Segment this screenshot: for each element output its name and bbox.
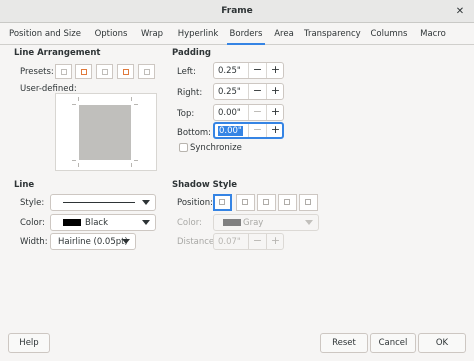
corner-mark — [78, 97, 79, 101]
shadow-color-value: Gray — [243, 218, 264, 228]
corner-mark — [72, 160, 76, 161]
padding-title: Padding — [172, 48, 211, 58]
corner-mark — [131, 97, 132, 101]
line-width-label: Width: — [20, 237, 48, 247]
padding-left-spinner[interactable]: 0.25" − + — [213, 62, 284, 79]
corner-mark — [131, 163, 132, 167]
minus-icon[interactable]: − — [249, 105, 266, 120]
window-title: Frame — [221, 6, 253, 16]
chevron-down-icon — [305, 220, 313, 225]
padding-left-value[interactable]: 0.25" — [218, 66, 241, 76]
shadow-color-label: Color: — [177, 218, 202, 228]
minus-icon[interactable]: − — [249, 63, 266, 78]
minus-icon[interactable]: − — [249, 234, 266, 249]
shadow-distance-spinner[interactable]: 0.07" − + — [213, 233, 284, 250]
tab-options[interactable]: Options — [90, 24, 132, 45]
minus-icon[interactable]: − — [249, 123, 266, 138]
shadow-distance-value[interactable]: 0.07" — [218, 237, 241, 247]
padding-left-label: Left: — [177, 67, 196, 77]
line-style-label: Style: — [20, 198, 45, 208]
tab-position-and-size[interactable]: Position and Size — [6, 24, 84, 45]
tab-borders[interactable]: Borders — [227, 24, 265, 45]
padding-bottom-spinner[interactable]: 0.00" − + — [213, 122, 284, 139]
synchronize-checkbox[interactable] — [179, 143, 188, 152]
presets-label: Presets: — [20, 67, 54, 77]
synchronize-label: Synchronize — [190, 143, 242, 153]
shadow-top-right-button[interactable] — [257, 194, 276, 211]
shadow-bottom-right-icon — [242, 199, 248, 205]
padding-top-value[interactable]: 0.00" — [218, 108, 241, 118]
padding-top-label: Top: — [177, 109, 195, 119]
ok-button[interactable]: OK — [418, 333, 466, 353]
gray-swatch — [223, 219, 241, 226]
shadow-position-label: Position: — [177, 198, 213, 208]
preset-outer-border-button[interactable] — [75, 64, 92, 79]
border-outer-icon — [81, 69, 87, 75]
shadow-none-icon — [219, 199, 225, 205]
tab-wrap[interactable]: Wrap — [137, 24, 167, 45]
padding-bottom-value[interactable]: 0.00" — [218, 126, 243, 136]
preview-area — [79, 105, 131, 160]
chevron-down-icon — [142, 220, 150, 225]
padding-right-spinner[interactable]: 0.25" − + — [213, 83, 284, 100]
tab-area[interactable]: Area — [272, 24, 296, 45]
line-width-value: Hairline (0.05pt) — [58, 237, 128, 247]
padding-bottom-label: Bottom: — [177, 128, 212, 138]
reset-button[interactable]: Reset — [320, 333, 368, 353]
black-swatch — [63, 219, 81, 226]
line-color-label: Color: — [20, 218, 45, 228]
line-style-dropdown[interactable] — [50, 194, 156, 211]
shadow-none-button[interactable] — [213, 194, 232, 211]
close-icon[interactable]: ✕ — [452, 4, 468, 20]
shadow-top-left-button[interactable] — [299, 194, 318, 211]
border-thick-icon — [102, 69, 108, 75]
shadow-distance-label: Distance: — [177, 237, 218, 247]
border-left-right-icon — [123, 69, 129, 75]
line-color-value: Black — [85, 218, 108, 228]
minus-icon[interactable]: − — [249, 84, 266, 99]
corner-mark — [134, 160, 138, 161]
line-color-dropdown[interactable]: Black — [50, 214, 156, 231]
help-button[interactable]: Help — [8, 333, 50, 353]
plus-icon[interactable]: + — [267, 234, 284, 249]
preset-none-button[interactable] — [55, 64, 72, 79]
preset-outer-thick-button[interactable] — [96, 64, 113, 79]
cancel-button[interactable]: Cancel — [370, 333, 416, 353]
padding-right-label: Right: — [177, 88, 203, 98]
title-bar: Frame ✕ — [0, 0, 474, 23]
chevron-down-icon — [122, 239, 130, 244]
corner-mark — [72, 104, 76, 105]
tab-macro[interactable]: Macro — [418, 24, 448, 45]
border-none-icon — [61, 69, 67, 75]
preset-left-right-button[interactable] — [117, 64, 134, 79]
corner-mark — [134, 104, 138, 105]
tab-hyperlink[interactable]: Hyperlink — [175, 24, 221, 45]
plus-icon[interactable]: + — [267, 63, 284, 78]
tab-columns[interactable]: Columns — [370, 24, 408, 45]
line-arrangement-title: Line Arrangement — [14, 48, 101, 58]
dialog-footer: Help Reset Cancel OK — [0, 326, 474, 361]
plus-icon[interactable]: + — [267, 105, 284, 120]
plus-icon[interactable]: + — [267, 123, 284, 138]
shadow-color-dropdown[interactable]: Gray — [213, 214, 319, 231]
chevron-down-icon — [142, 200, 150, 205]
shadow-style-title: Shadow Style — [172, 180, 238, 190]
shadow-bottom-right-button[interactable] — [236, 194, 255, 211]
shadow-bottom-left-icon — [284, 199, 290, 205]
solid-line-preview — [63, 202, 135, 203]
shadow-top-right-icon — [263, 199, 269, 205]
border-top-bottom-icon — [144, 69, 150, 75]
corner-mark — [78, 163, 79, 167]
tab-transparency[interactable]: Transparency — [304, 24, 361, 45]
line-title: Line — [14, 180, 35, 190]
tab-bar: Position and Size Options Wrap Hyperlink… — [0, 24, 474, 45]
border-preview[interactable] — [55, 93, 157, 171]
line-width-dropdown[interactable]: Hairline (0.05pt) — [50, 233, 136, 250]
shadow-bottom-left-button[interactable] — [278, 194, 297, 211]
shadow-top-left-icon — [305, 199, 311, 205]
padding-right-value[interactable]: 0.25" — [218, 87, 241, 97]
plus-icon[interactable]: + — [267, 84, 284, 99]
padding-top-spinner[interactable]: 0.00" − + — [213, 104, 284, 121]
preset-top-bottom-button[interactable] — [138, 64, 155, 79]
